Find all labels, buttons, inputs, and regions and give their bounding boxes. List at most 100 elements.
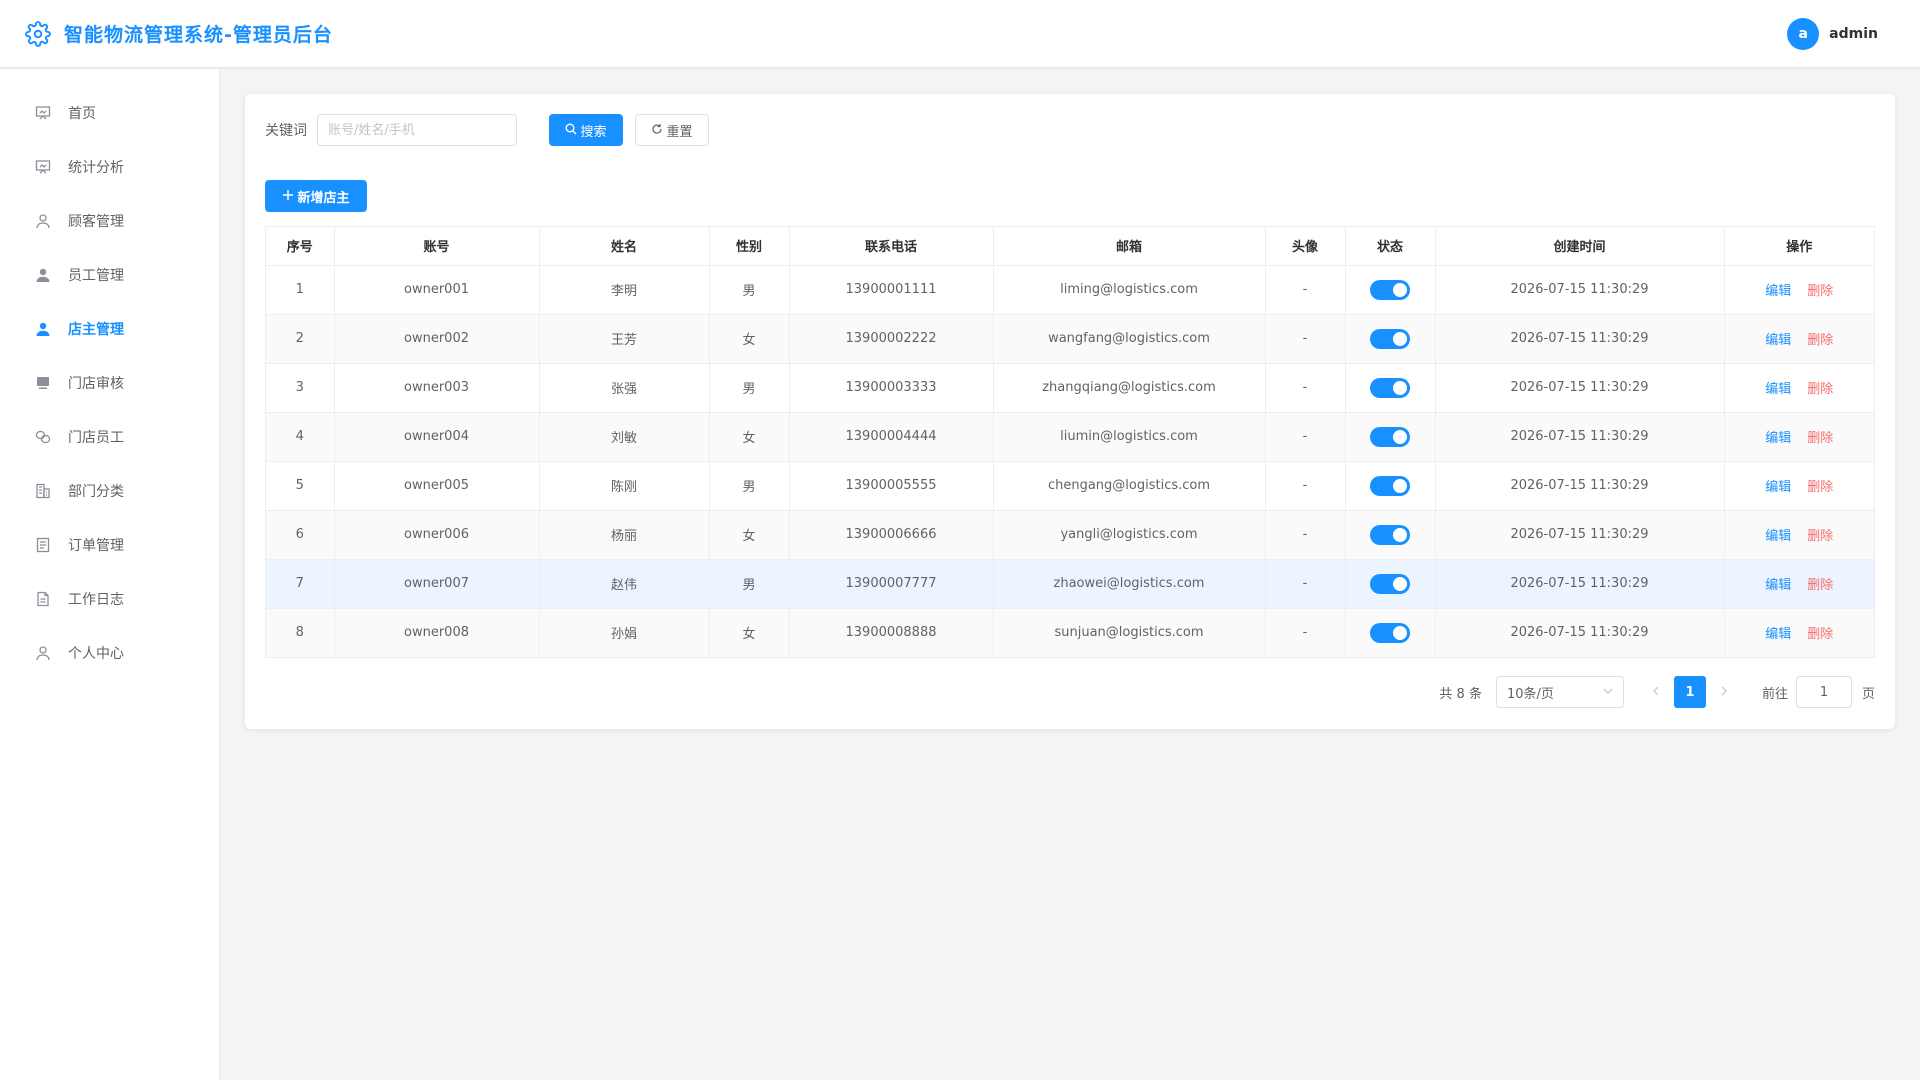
edit-link[interactable]: 编辑 xyxy=(1765,529,1791,544)
table-row: 2 owner002 王芳 女 13900002222 wangfang@log… xyxy=(266,314,1874,364)
status-toggle[interactable] xyxy=(1370,573,1410,594)
user-outline-icon xyxy=(34,212,52,230)
cell-no: 3 xyxy=(266,363,335,413)
cell-created: 2026-07-15 11:30:29 xyxy=(1435,363,1725,413)
column-header: 账号 xyxy=(334,227,540,266)
reset-button[interactable]: 重置 xyxy=(635,114,709,146)
sidebar-item-label: 门店员工 xyxy=(68,430,124,446)
top-bar: 智能物流管理系统-管理员后台 a admin xyxy=(0,0,1920,68)
search-button[interactable]: 搜索 xyxy=(549,114,623,146)
cell-avatar: - xyxy=(1265,363,1346,413)
sidebar-item-store-staff[interactable]: 门店员工 xyxy=(0,410,219,464)
keyword-input[interactable] xyxy=(317,114,517,146)
delete-link[interactable]: 删除 xyxy=(1807,431,1833,446)
avatar[interactable]: a xyxy=(1787,17,1820,50)
delete-link[interactable]: 删除 xyxy=(1807,627,1833,642)
owners-table: 序号 账号 姓名 性别 联系电话 邮箱 头像 状态 创建时间 操作 1 owne… xyxy=(265,226,1875,658)
cell-gender: 女 xyxy=(709,412,790,462)
status-toggle[interactable] xyxy=(1370,524,1410,545)
status-toggle[interactable] xyxy=(1370,279,1410,300)
cell-created: 2026-07-15 11:30:29 xyxy=(1435,608,1725,657)
sidebar-item-departments[interactable]: 部门分类 xyxy=(0,464,219,518)
cell-actions: 编辑 删除 xyxy=(1724,265,1874,315)
delete-link[interactable]: 删除 xyxy=(1807,284,1833,299)
sidebar-item-owners[interactable]: 店主管理 xyxy=(0,302,219,356)
delete-link[interactable]: 删除 xyxy=(1807,480,1833,495)
column-header: 状态 xyxy=(1345,227,1436,266)
cell-account: owner007 xyxy=(334,559,540,609)
chevron-right-icon[interactable] xyxy=(1710,684,1738,700)
table-row: 6 owner006 杨丽 女 13900006666 yangli@logis… xyxy=(266,510,1874,560)
page-size-value: 10条/页 xyxy=(1506,686,1554,702)
sidebar-item-customers[interactable]: 顾客管理 xyxy=(0,194,219,248)
user-menu[interactable]: a admin xyxy=(1787,17,1878,50)
sidebar-item-employees[interactable]: 员工管理 xyxy=(0,248,219,302)
delete-link[interactable]: 删除 xyxy=(1807,578,1833,593)
delete-link[interactable]: 删除 xyxy=(1807,333,1833,348)
edit-link[interactable]: 编辑 xyxy=(1765,333,1791,348)
page-suffix: 页 xyxy=(1861,686,1875,702)
goto-page-input[interactable] xyxy=(1795,676,1852,708)
gear-icon xyxy=(24,20,52,48)
cell-account: owner002 xyxy=(334,314,540,364)
cell-avatar: - xyxy=(1265,559,1346,609)
table-row: 3 owner003 张强 男 13900003333 zhangqiang@l… xyxy=(266,363,1874,413)
page-number-current[interactable]: 1 xyxy=(1673,676,1706,708)
search-button-label: 搜索 xyxy=(580,124,607,140)
edit-link[interactable]: 编辑 xyxy=(1765,284,1791,299)
cell-name: 刘敏 xyxy=(539,412,710,462)
cell-no: 1 xyxy=(266,265,335,315)
delete-link[interactable]: 删除 xyxy=(1807,382,1833,397)
page-size-select[interactable]: 10条/页 xyxy=(1495,676,1624,708)
cell-avatar: - xyxy=(1265,314,1346,364)
status-toggle[interactable] xyxy=(1370,475,1410,496)
cell-actions: 编辑 删除 xyxy=(1724,363,1874,413)
cell-created: 2026-07-15 11:30:29 xyxy=(1435,265,1725,315)
edit-link[interactable]: 编辑 xyxy=(1765,578,1791,593)
search-bar: 关键词 搜索 重置 xyxy=(265,114,1875,146)
sidebar-item-statistics[interactable]: 统计分析 xyxy=(0,140,219,194)
status-toggle[interactable] xyxy=(1370,426,1410,447)
cell-avatar: - xyxy=(1265,608,1346,657)
username[interactable]: admin xyxy=(1829,26,1878,42)
status-toggle[interactable] xyxy=(1370,328,1410,349)
cell-account: owner006 xyxy=(334,510,540,560)
office-building-icon xyxy=(34,482,52,500)
sidebar-item-work-log[interactable]: 工作日志 xyxy=(0,572,219,626)
cell-status xyxy=(1345,363,1436,413)
cell-phone: 13900004444 xyxy=(789,412,994,462)
cell-phone: 13900002222 xyxy=(789,314,994,364)
edit-link[interactable]: 编辑 xyxy=(1765,480,1791,495)
cell-email: yangli@logistics.com xyxy=(993,510,1266,560)
add-owner-button[interactable]: 新增店主 xyxy=(265,180,367,212)
delete-link[interactable]: 删除 xyxy=(1807,529,1833,544)
cell-actions: 编辑 删除 xyxy=(1724,461,1874,511)
reset-button-label: 重置 xyxy=(666,124,693,140)
chart-board-icon xyxy=(34,158,52,176)
column-header: 性别 xyxy=(709,227,790,266)
dashboard-icon xyxy=(34,104,52,122)
main-card: 关键词 搜索 重置 新增店主 序号 xyxy=(245,94,1895,729)
cell-avatar: - xyxy=(1265,510,1346,560)
table-row: 1 owner001 李明 男 13900001111 liming@logis… xyxy=(266,265,1874,315)
cell-email: zhaowei@logistics.com xyxy=(993,559,1266,609)
cell-name: 赵伟 xyxy=(539,559,710,609)
cell-avatar: - xyxy=(1265,265,1346,315)
cell-account: owner005 xyxy=(334,461,540,511)
edit-link[interactable]: 编辑 xyxy=(1765,382,1791,397)
document-icon xyxy=(34,590,52,608)
monitor-icon xyxy=(34,374,52,392)
sidebar-item-orders[interactable]: 订单管理 xyxy=(0,518,219,572)
status-toggle[interactable] xyxy=(1370,377,1410,398)
sidebar-item-profile[interactable]: 个人中心 xyxy=(0,626,219,680)
edit-link[interactable]: 编辑 xyxy=(1765,627,1791,642)
sidebar-item-home[interactable]: 首页 xyxy=(0,86,219,140)
sidebar-item-store-review[interactable]: 门店审核 xyxy=(0,356,219,410)
cell-phone: 13900003333 xyxy=(789,363,994,413)
status-toggle[interactable] xyxy=(1370,622,1410,643)
cell-phone: 13900008888 xyxy=(789,608,994,657)
edit-link[interactable]: 编辑 xyxy=(1765,431,1791,446)
cell-gender: 男 xyxy=(709,461,790,511)
chevron-left-icon[interactable] xyxy=(1642,684,1670,700)
column-header: 创建时间 xyxy=(1435,227,1725,266)
